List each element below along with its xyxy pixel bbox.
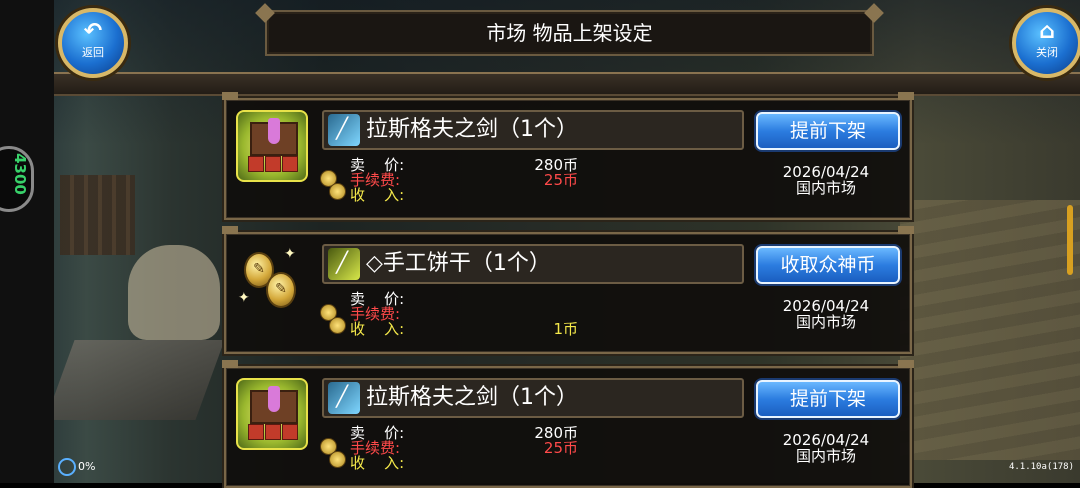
wifi-icon (58, 458, 76, 476)
listing-date: 2026/04/24 (782, 297, 870, 315)
home-icon: ⌂ (1039, 19, 1055, 44)
delist-early-button[interactable]: 提前下架 (756, 380, 900, 418)
list-scrollbar[interactable] (1067, 205, 1073, 275)
close-button-label: 关闭 (1036, 46, 1058, 59)
background-bench (45, 340, 225, 420)
income-label: 收 入: (350, 454, 405, 472)
item-name: ◇手工饼干（1个） (366, 251, 551, 276)
close-button[interactable]: ⌂ 关闭 (1012, 8, 1080, 78)
income-label: 收 入: (350, 186, 405, 204)
leaf-icon (328, 248, 360, 280)
network-status: 0% (58, 458, 95, 476)
sword-icon (328, 114, 360, 146)
listing-date: 2026/04/24 (782, 431, 870, 449)
item-name-box: 拉斯格夫之剑（1个） (322, 110, 744, 150)
income-label: 收 入: (350, 320, 405, 338)
money-icon (320, 304, 346, 336)
income-value: 1币 (553, 320, 578, 338)
item-name-box: 拉斯格夫之剑（1个） (322, 378, 744, 418)
goods-stand-icon (236, 110, 308, 182)
goods-stand-icon (236, 378, 308, 450)
left-edge-strip: 4300 (0, 0, 54, 483)
side-badge[interactable]: 4300 (0, 146, 34, 212)
fee-value: 25币 (543, 439, 578, 457)
item-name-box: ◇手工饼干（1个） (322, 244, 744, 284)
listing-card: 拉斯格夫之剑（1个） 提前下架 卖 价: 手续费: 收 入: 280币 25币 … (222, 92, 914, 220)
delist-early-button[interactable]: 提前下架 (756, 112, 900, 150)
listing-date: 2026/04/24 (782, 163, 870, 181)
sword-icon (328, 382, 360, 414)
back-button-label: 返回 (82, 46, 104, 59)
listing-market: 国内市场 (795, 313, 856, 331)
item-name: 拉斯格夫之剑（1个） (366, 117, 578, 142)
money-icon (320, 438, 346, 470)
loading-percent: 0% (78, 460, 96, 473)
listing-market: 国内市场 (795, 179, 856, 197)
listing-card: 拉斯格夫之剑（1个） 提前下架 卖 价: 手续费: 收 入: 280币 25币 … (222, 360, 914, 488)
side-badge-text: 4300 (10, 153, 29, 195)
collect-coins-button[interactable]: 收取众神币 (756, 246, 900, 284)
background-shelf (60, 175, 135, 255)
page-title: 市场 物品上架设定 (265, 10, 874, 56)
listing-market: 国内市场 (795, 447, 856, 465)
back-arrow-icon: ↶ (83, 19, 103, 44)
fee-value: 25币 (543, 171, 578, 189)
item-name: 拉斯格夫之剑（1个） (366, 385, 578, 410)
background-sack (128, 245, 220, 340)
version-text: 4.1.10a(178) (1008, 462, 1074, 472)
coins-icon: ✎ ✎ ✦ ✦ (238, 246, 296, 308)
back-button[interactable]: ↶ 返回 (58, 8, 128, 78)
background-floor (900, 200, 1080, 460)
header-band (54, 72, 1080, 96)
listing-card: ✎ ✎ ✦ ✦ ◇手工饼干（1个） 收取众神币 卖 价: 手续费: 收 入: 1… (222, 226, 914, 354)
money-icon (320, 170, 346, 202)
